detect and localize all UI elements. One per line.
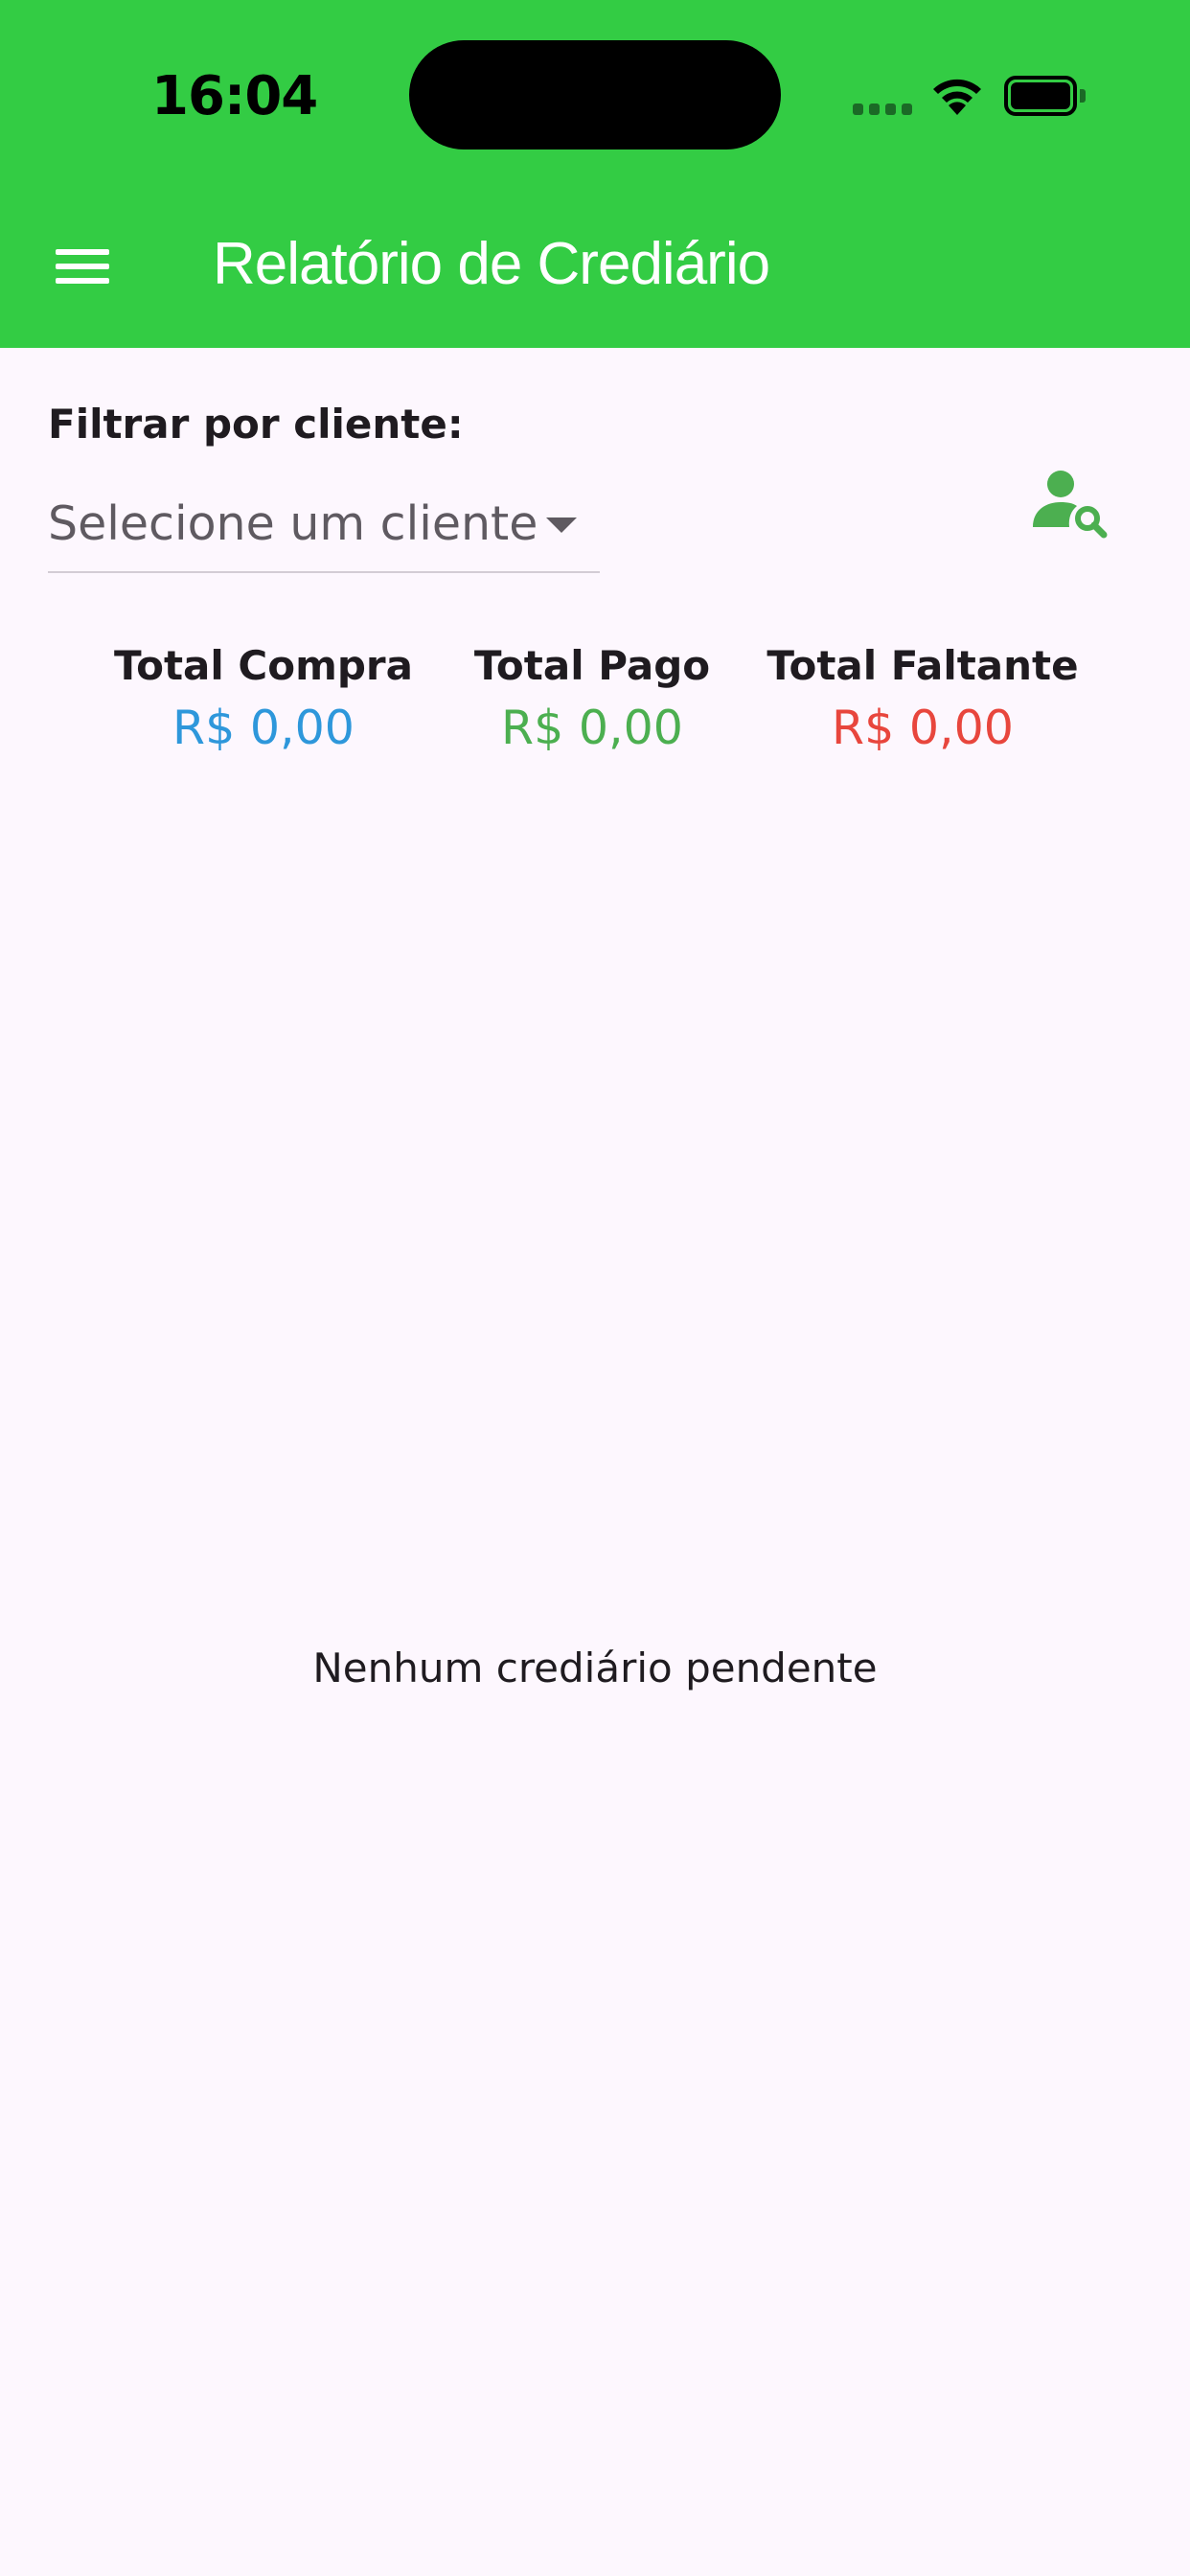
filter-label: Filtrar por cliente: — [48, 401, 464, 448]
totals-summary: Total Compra R$ 0,00 Total Pago R$ 0,00 … — [0, 642, 1190, 767]
total-faltante: Total Faltante R$ 0,00 — [750, 642, 1095, 755]
dynamic-island — [409, 40, 781, 150]
total-faltante-value: R$ 0,00 — [832, 701, 1014, 755]
cellular-signal-icon — [853, 104, 912, 115]
total-compra: Total Compra R$ 0,00 — [91, 642, 436, 755]
person-search-icon[interactable] — [1027, 460, 1110, 542]
total-pago-label: Total Pago — [473, 642, 711, 689]
wifi-icon — [933, 79, 981, 115]
total-compra-label: Total Compra — [114, 642, 413, 689]
hamburger-menu-icon[interactable] — [44, 230, 121, 301]
client-dropdown[interactable]: Selecione um cliente — [48, 479, 600, 573]
status-bar-time: 16:04 — [151, 65, 318, 127]
client-dropdown-placeholder: Selecione um cliente — [48, 496, 538, 551]
total-compra-value: R$ 0,00 — [172, 701, 355, 755]
total-faltante-label: Total Faltante — [767, 642, 1079, 689]
app-bar: 16:04 Relatório de Crediário — [0, 0, 1190, 348]
total-pago-value: R$ 0,00 — [501, 701, 683, 755]
chevron-down-icon — [546, 518, 577, 533]
empty-state-message: Nenhum crediário pendente — [312, 1644, 878, 1691]
page-title: Relatório de Crediário — [213, 231, 770, 297]
battery-icon — [1004, 76, 1087, 116]
total-pago: Total Pago R$ 0,00 — [420, 642, 765, 755]
